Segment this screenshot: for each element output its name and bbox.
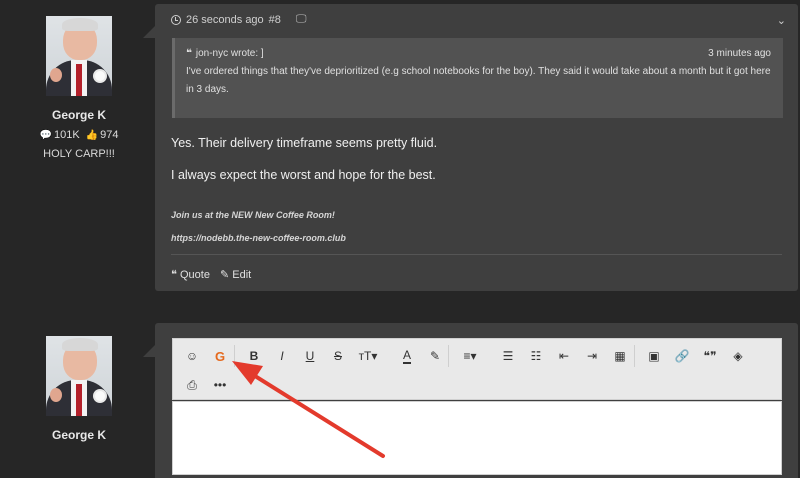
post-paragraph: I always expect the worst and hope for t… bbox=[171, 168, 436, 182]
post-author-2: George K bbox=[26, 336, 132, 442]
link-button[interactable]: 🔗 bbox=[668, 342, 696, 370]
author-name[interactable]: George K bbox=[26, 428, 132, 442]
blockquote-icon: ❝❞ bbox=[703, 349, 717, 363]
divider bbox=[171, 254, 782, 255]
toolbar-row-1: ☺ G B I U SтТ▾ A ✎ ≡▾ ☰ ☷ ⇤ ⇥ ▦ ▣ 🔗 ❝❞ ◈ bbox=[173, 342, 781, 370]
font-color-icon: A bbox=[402, 348, 411, 364]
author-stats: 💬 101K 👍 974 bbox=[26, 129, 132, 141]
align-icon: ≡▾ bbox=[463, 349, 477, 363]
quote-icon: ❝ bbox=[171, 269, 180, 281]
table-button[interactable]: ▦ bbox=[606, 342, 634, 370]
chat-icon: 💬 bbox=[39, 130, 52, 141]
quote-icon: ❝ bbox=[186, 48, 192, 59]
composer-panel: ☺ G B I U SтТ▾ A ✎ ≡▾ ☰ ☷ ⇤ ⇥ ▦ ▣ 🔗 ❝❞ ◈ ⎙ ••• bbox=[143, 323, 798, 478]
reputation-count: 👍 974 bbox=[85, 129, 119, 141]
quote-author[interactable]: jon-nyc wrote: ] bbox=[196, 48, 264, 59]
link-icon: 🔗 bbox=[674, 349, 690, 363]
outdent-icon: ⇤ bbox=[558, 349, 570, 363]
numbered-list-button[interactable]: ☷ bbox=[522, 342, 550, 370]
edit-icon: ✎ bbox=[219, 269, 233, 281]
post-header: 26 seconds ago #8 🖵 bbox=[171, 13, 307, 26]
posts-count: 💬 101K bbox=[39, 129, 80, 141]
strikethrough-button[interactable]: S bbox=[324, 342, 352, 370]
editor-textarea[interactable] bbox=[172, 401, 782, 475]
blockquote-button[interactable]: ❝❞ bbox=[696, 342, 724, 370]
quote-text: I've ordered things that they've deprior… bbox=[186, 66, 771, 95]
author-signature: HOLY CARP!!! bbox=[43, 148, 115, 160]
desktop-icon: 🖵 bbox=[295, 13, 307, 25]
grammarly-button[interactable]: G bbox=[206, 342, 234, 370]
table-icon: ▦ bbox=[614, 349, 626, 363]
post-index[interactable]: #8 bbox=[269, 14, 281, 26]
numbered-list-icon: ☷ bbox=[530, 349, 542, 363]
italic-button[interactable]: I bbox=[268, 342, 296, 370]
signature-line: Join us at the NEW New Coffee Room! bbox=[171, 210, 335, 220]
post-panel: 26 seconds ago #8 🖵 ⌄ ❝ jon-nyc wrote: ] … bbox=[143, 4, 798, 291]
toolbar-separator bbox=[234, 345, 235, 367]
underline-icon: U bbox=[305, 349, 315, 363]
chevron-down-icon[interactable]: ⌄ bbox=[777, 14, 786, 27]
edit-button[interactable]: ✎ Edit bbox=[220, 268, 251, 281]
post-author-1: George K 💬 101K 👍 974 HOLY CARP!!! bbox=[26, 16, 132, 160]
post-body: Yes. Their delivery timeframe seems pret… bbox=[171, 136, 437, 200]
more-icon: ••• bbox=[213, 378, 227, 392]
quote-time[interactable]: 3 minutes ago bbox=[708, 48, 771, 59]
bold-icon: B bbox=[249, 349, 259, 363]
underline-button[interactable]: U bbox=[296, 342, 324, 370]
upload-file-icon: ⎙ bbox=[187, 377, 197, 392]
indent-button[interactable]: ⇥ bbox=[578, 342, 606, 370]
quote-button[interactable]: ❝ Quote bbox=[171, 268, 210, 281]
toolbar-separator bbox=[448, 345, 449, 367]
upload-file-button[interactable]: ⎙ bbox=[178, 371, 206, 399]
strikethrough-icon: S bbox=[333, 349, 342, 363]
post-actions: ❝ Quote ✎ Edit bbox=[171, 268, 251, 281]
author-name[interactable]: George K bbox=[26, 108, 132, 122]
text-size-icon: тТ▾ bbox=[358, 349, 378, 363]
highlight-button[interactable]: ✎ bbox=[421, 342, 449, 370]
toolbar-row-2: ⎙ ••• bbox=[173, 371, 781, 399]
thumbs-up-icon: 👍 bbox=[85, 130, 99, 141]
signature-link[interactable]: https://nodebb.the-new-coffee-room.club bbox=[171, 233, 346, 243]
post-signature: Join us at the NEW New Coffee Room! http… bbox=[171, 210, 346, 256]
outdent-button[interactable]: ⇤ bbox=[550, 342, 578, 370]
post-paragraph: Yes. Their delivery timeframe seems pret… bbox=[171, 136, 438, 150]
spoiler-icon: ◈ bbox=[733, 349, 743, 363]
post-timestamp[interactable]: 26 seconds ago bbox=[186, 14, 264, 26]
text-size-button[interactable]: тТ▾ bbox=[354, 342, 382, 370]
image-button[interactable]: ▣ bbox=[640, 342, 668, 370]
more-button[interactable]: ••• bbox=[206, 371, 234, 399]
image-icon: ▣ bbox=[648, 349, 660, 363]
avatar[interactable] bbox=[46, 336, 112, 416]
emoji-icon: ☺ bbox=[185, 349, 199, 363]
bold-button[interactable]: B bbox=[240, 342, 268, 370]
editor-toolbar: ☺ G B I U SтТ▾ A ✎ ≡▾ ☰ ☷ ⇤ ⇥ ▦ ▣ 🔗 ❝❞ ◈ ⎙ ••• bbox=[172, 338, 782, 400]
bulleted-list-button[interactable]: ☰ bbox=[494, 342, 522, 370]
avatar[interactable] bbox=[46, 16, 112, 96]
grammarly-icon: G bbox=[214, 348, 226, 364]
clock-icon bbox=[171, 14, 181, 25]
emoji-button[interactable]: ☺ bbox=[178, 342, 206, 370]
highlight-icon: ✎ bbox=[429, 349, 441, 363]
indent-icon: ⇥ bbox=[586, 349, 598, 363]
font-color-button[interactable]: A bbox=[393, 342, 421, 370]
italic-icon: I bbox=[280, 349, 284, 363]
spoiler-button[interactable]: ◈ bbox=[724, 342, 752, 370]
bulleted-list-icon: ☰ bbox=[502, 349, 514, 363]
quote-block: ❝ jon-nyc wrote: ] 3 minutes ago I've ord… bbox=[172, 38, 783, 118]
align-button[interactable]: ≡▾ bbox=[456, 342, 484, 370]
toolbar-separator bbox=[634, 345, 635, 367]
